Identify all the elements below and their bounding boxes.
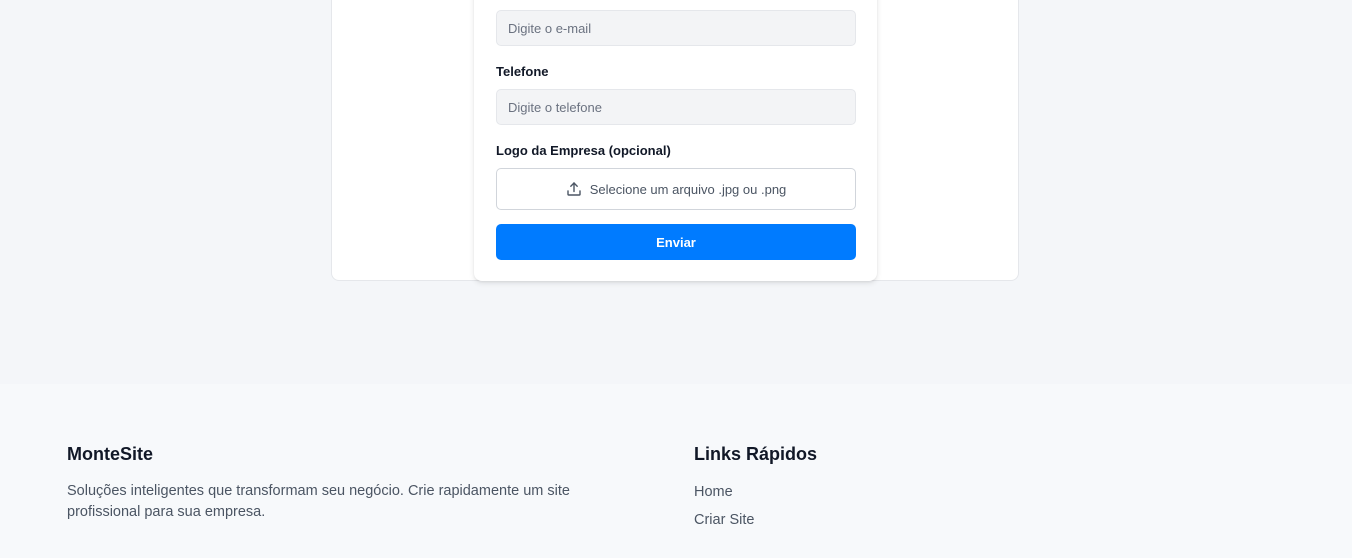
footer-link-create-site[interactable]: Criar Site bbox=[694, 512, 754, 528]
email-input[interactable] bbox=[496, 10, 856, 46]
footer-link-item: Criar Site bbox=[694, 510, 754, 531]
footer-links-list: Home Criar Site bbox=[694, 482, 754, 538]
footer-description: Soluções inteligentes que transformam se… bbox=[67, 483, 570, 520]
phone-input[interactable] bbox=[496, 89, 856, 125]
logo-label: Logo da Empresa (opcional) bbox=[496, 143, 671, 158]
footer-link-home[interactable]: Home bbox=[694, 484, 733, 500]
submit-button[interactable]: Enviar bbox=[496, 224, 856, 260]
footer-links-title: Links Rápidos bbox=[694, 444, 818, 464]
footer-brand: MonteSite bbox=[67, 444, 154, 464]
logo-upload-button[interactable]: Selecione um arquivo .jpg ou .png bbox=[496, 168, 856, 210]
upload-text: Selecione um arquivo .jpg ou .png bbox=[589, 181, 787, 197]
footer-link-item: Home bbox=[694, 482, 754, 503]
phone-label: Telefone bbox=[496, 64, 549, 79]
upload-icon bbox=[566, 181, 582, 197]
footer: MonteSite Soluções inteligentes que tran… bbox=[0, 384, 1352, 558]
page: Telefone Logo da Empresa (opcional) Sele… bbox=[0, 0, 1352, 558]
